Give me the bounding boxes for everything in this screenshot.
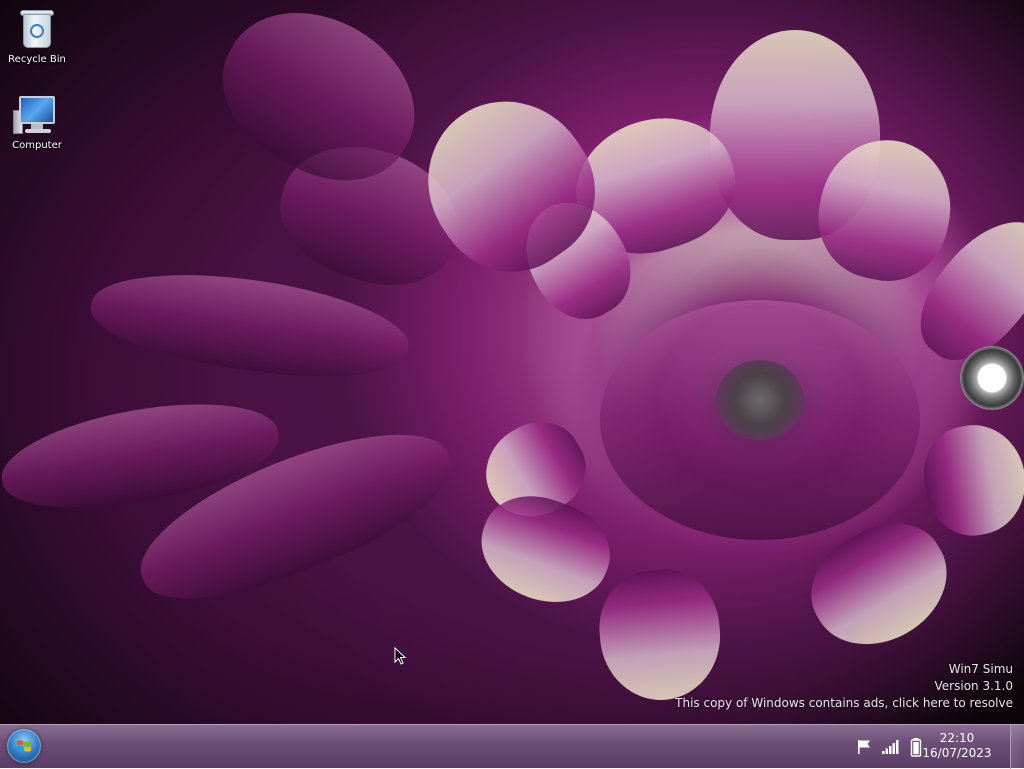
recycle-bin-label: Recycle Bin xyxy=(8,54,66,65)
flower-center xyxy=(716,360,804,440)
computer-icon xyxy=(13,90,61,138)
start-button[interactable] xyxy=(7,729,41,763)
touch-cursor-indicator xyxy=(960,346,1024,410)
taskbar: 22:10 16/07/2023 xyxy=(0,724,1024,769)
action-center-flag-icon[interactable] xyxy=(854,737,874,757)
clock-date: 16/07/2023 xyxy=(922,746,992,760)
network-signal-icon[interactable] xyxy=(880,737,900,757)
recycle-bin-shortcut[interactable]: Recycle Bin xyxy=(2,4,72,65)
wallpaper-petal xyxy=(466,480,624,620)
system-tray: 22:10 16/07/2023 xyxy=(824,725,1024,769)
taskbar-clock[interactable]: 22:10 16/07/2023 xyxy=(920,731,994,761)
computer-label: Computer xyxy=(12,140,62,151)
recycle-bin-icon xyxy=(13,4,61,52)
watermark-version: Version 3.1.0 xyxy=(934,679,1013,693)
watermark-product: Win7 Simu xyxy=(948,662,1013,676)
wallpaper-petal xyxy=(916,417,1024,543)
mouse-pointer-icon xyxy=(394,647,406,665)
desktop-wallpaper[interactable]: Recycle Bin Computer Win7 Simu Version 3… xyxy=(0,0,1024,724)
show-desktop-button[interactable] xyxy=(1010,725,1024,769)
clock-time: 22:10 xyxy=(939,731,975,745)
windows-start-orb-icon xyxy=(17,740,31,752)
activation-watermark[interactable]: Win7 Simu Version 3.1.0 This copy of Win… xyxy=(675,661,1013,712)
computer-shortcut[interactable]: Computer xyxy=(2,90,72,151)
watermark-ads-notice[interactable]: This copy of Windows contains ads, click… xyxy=(675,695,1013,712)
